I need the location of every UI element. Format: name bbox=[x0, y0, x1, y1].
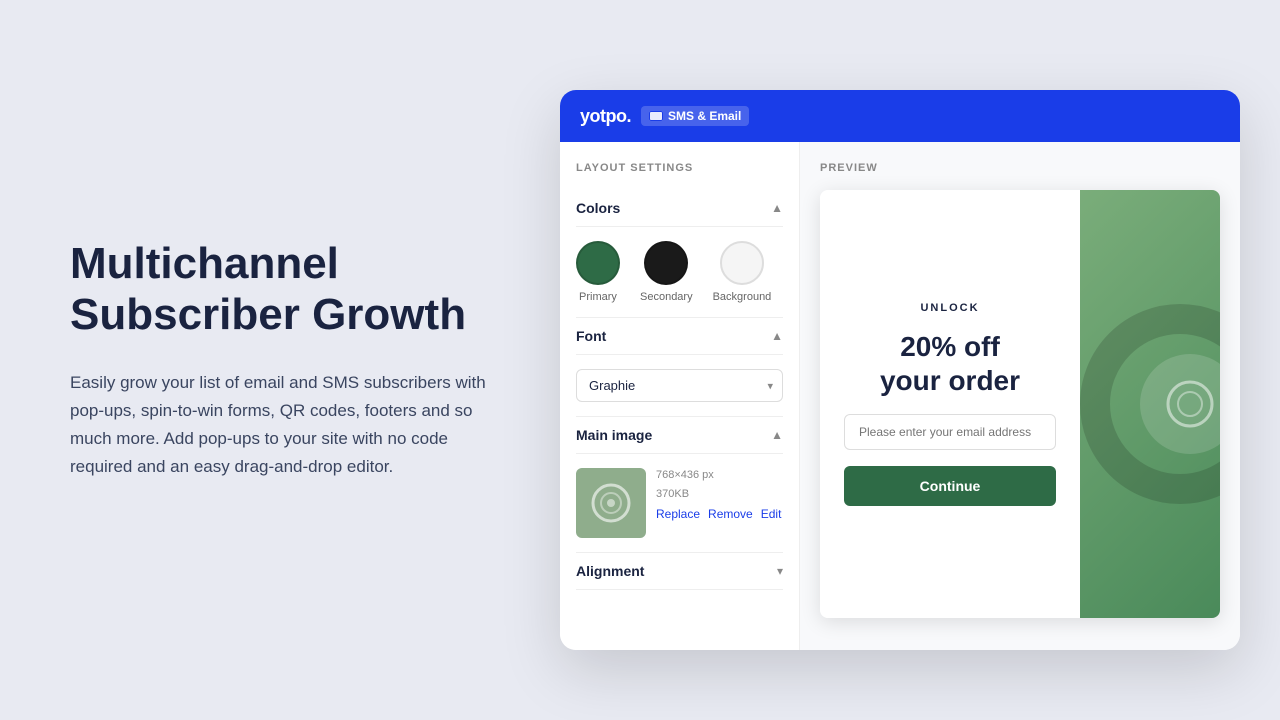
edit-image-link[interactable]: Edit bbox=[761, 507, 782, 521]
image-thumbnail bbox=[576, 468, 646, 538]
sms-badge: SMS & Email bbox=[641, 106, 749, 126]
popup-white-section: UNLOCK 20% off your order Continue bbox=[820, 190, 1080, 618]
replace-image-link[interactable]: Replace bbox=[656, 507, 700, 521]
font-section: Graphie Arial Helvetica Georgia ▾ bbox=[576, 355, 783, 417]
font-chevron: ▲ bbox=[771, 329, 783, 343]
image-filesize: 370KB bbox=[656, 487, 781, 502]
popup-email-input[interactable] bbox=[844, 414, 1056, 450]
colors-section-header[interactable]: Colors ▲ bbox=[576, 190, 783, 227]
popup-green-section bbox=[1080, 190, 1220, 618]
background-color-label: Background bbox=[713, 291, 772, 303]
font-select[interactable]: Graphie Arial Helvetica Georgia bbox=[576, 369, 783, 402]
font-select-wrapper: Graphie Arial Helvetica Georgia ▾ bbox=[576, 369, 783, 402]
browser-window: yotpo. SMS & Email LAYOUT SETTINGS Color… bbox=[560, 90, 1240, 650]
image-content: 768×436 px 370KB Replace Remove Edit bbox=[576, 468, 783, 538]
font-label: Font bbox=[576, 328, 606, 344]
secondary-color-label: Secondary bbox=[640, 291, 693, 303]
preview-label: PREVIEW bbox=[820, 162, 1220, 174]
secondary-color-swatch[interactable] bbox=[644, 241, 688, 285]
sms-email-icon bbox=[649, 111, 663, 121]
main-heading: Multichannel Subscriber Growth bbox=[70, 239, 500, 340]
preview-area: PREVIEW UNLOCK 20% off your order Contin… bbox=[800, 142, 1240, 650]
image-info: 768×436 px 370KB Replace Remove Edit bbox=[656, 468, 781, 521]
alignment-section-header[interactable]: Alignment ▾ bbox=[576, 553, 783, 590]
alignment-label: Alignment bbox=[576, 563, 644, 579]
image-section: 768×436 px 370KB Replace Remove Edit bbox=[576, 454, 783, 553]
panel-title: LAYOUT SETTINGS bbox=[576, 162, 783, 174]
sub-text: Easily grow your list of email and SMS s… bbox=[70, 369, 500, 481]
image-actions: Replace Remove Edit bbox=[656, 507, 781, 521]
popup-continue-button[interactable]: Continue bbox=[844, 466, 1056, 506]
alignment-chevron: ▾ bbox=[777, 564, 783, 578]
color-item-primary: Primary bbox=[576, 241, 620, 303]
popup-preview: UNLOCK 20% off your order Continue bbox=[820, 190, 1220, 618]
main-image-label: Main image bbox=[576, 427, 652, 443]
remove-image-link[interactable]: Remove bbox=[708, 507, 753, 521]
colors-chevron: ▲ bbox=[771, 201, 783, 215]
primary-color-swatch[interactable] bbox=[576, 241, 620, 285]
main-image-section-header[interactable]: Main image ▲ bbox=[576, 417, 783, 454]
image-dimensions: 768×436 px bbox=[656, 468, 781, 483]
browser-topbar: yotpo. SMS & Email bbox=[560, 90, 1240, 142]
color-item-secondary: Secondary bbox=[640, 241, 693, 303]
yotpo-logo: yotpo. bbox=[580, 106, 631, 127]
popup-unlock-text: UNLOCK bbox=[920, 302, 979, 314]
layout-panel: LAYOUT SETTINGS Colors ▲ Primary Se bbox=[560, 142, 800, 650]
font-section-header[interactable]: Font ▲ bbox=[576, 318, 783, 355]
sms-badge-label: SMS & Email bbox=[668, 109, 741, 123]
colors-section: Primary Secondary Background bbox=[576, 227, 783, 318]
color-swatches: Primary Secondary Background bbox=[576, 241, 783, 303]
colors-label: Colors bbox=[576, 200, 620, 216]
main-image-chevron: ▲ bbox=[771, 428, 783, 442]
color-item-background: Background bbox=[713, 241, 772, 303]
right-section: yotpo. SMS & Email LAYOUT SETTINGS Color… bbox=[560, 0, 1280, 720]
background-color-swatch[interactable] bbox=[720, 241, 764, 285]
popup-discount-text: 20% off your order bbox=[880, 330, 1020, 397]
browser-content: LAYOUT SETTINGS Colors ▲ Primary Se bbox=[560, 142, 1240, 650]
primary-color-label: Primary bbox=[579, 291, 617, 303]
left-section: Multichannel Subscriber Growth Easily gr… bbox=[0, 179, 560, 540]
